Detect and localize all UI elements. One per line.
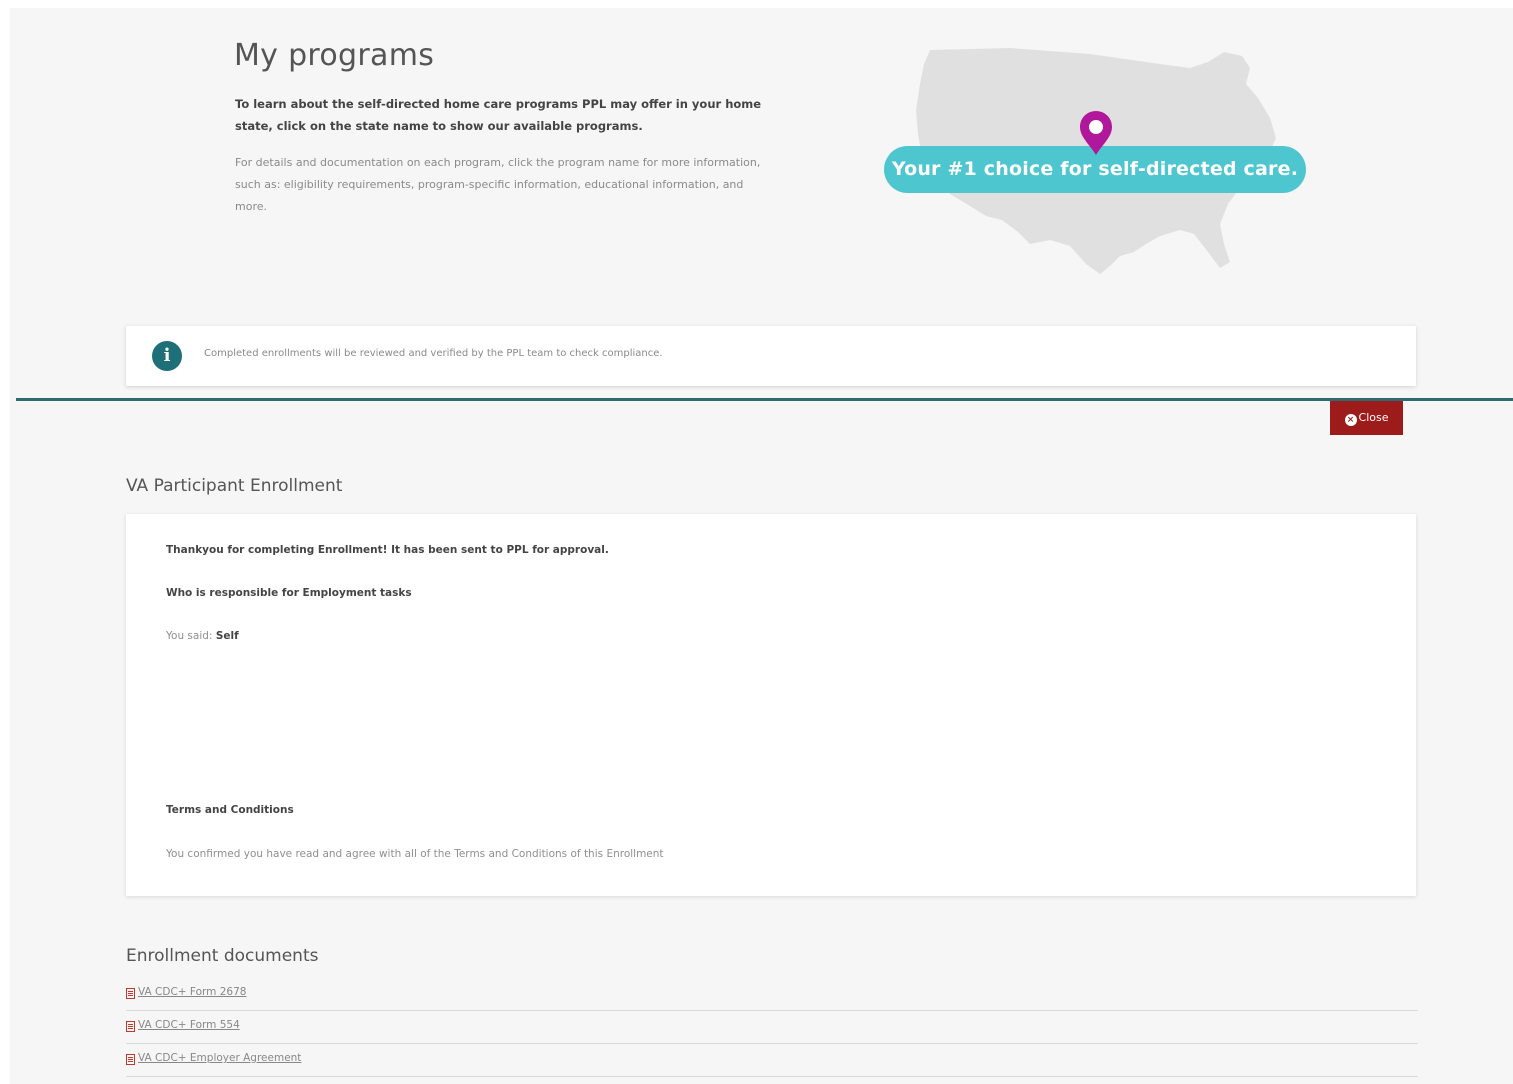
pdf-icon: [126, 988, 135, 999]
pdf-icon: [126, 1054, 135, 1065]
close-button-label: Close: [1358, 411, 1389, 424]
document-link-form-554[interactable]: VA CDC+ Form 554: [138, 1019, 240, 1031]
documents-title: Enrollment documents: [126, 946, 319, 966]
page-title: My programs: [234, 38, 435, 73]
location-pin-icon: [1076, 109, 1116, 159]
terms-title: Terms and Conditions: [166, 804, 294, 816]
close-button[interactable]: × Close: [1330, 401, 1403, 435]
answer-value: Self: [215, 630, 239, 642]
employment-answer: You said: Self: [166, 630, 239, 642]
enrollment-title: VA Participant Enrollment: [126, 476, 343, 496]
pdf-icon: [126, 1021, 135, 1032]
answer-prefix: You said:: [166, 630, 213, 642]
intro-instructions: To learn about the self-directed home ca…: [235, 97, 762, 133]
enrollment-thank-you: Thankyou for completing Enrollment! It h…: [166, 544, 609, 556]
intro-details: For details and documentation on each pr…: [235, 156, 761, 213]
document-link-form-2678[interactable]: VA CDC+ Form 2678: [138, 986, 246, 998]
document-link-employer-agreement[interactable]: VA CDC+ Employer Agreement: [138, 1052, 301, 1064]
info-banner-text: Completed enrollments will be reviewed a…: [204, 348, 663, 359]
close-circle-icon: ×: [1344, 414, 1357, 426]
section-divider: [16, 398, 1513, 401]
info-banner: i Completed enrollments will be reviewed…: [126, 326, 1416, 386]
terms-confirmation: You confirmed you have read and agree wi…: [166, 848, 664, 860]
document-row: VA CDC+ Form 2678: [126, 978, 1418, 1011]
enrollment-summary-card: Thankyou for completing Enrollment! It h…: [126, 514, 1416, 896]
employment-question: Who is responsible for Employment tasks: [166, 587, 412, 599]
document-row: VA CDC+ Employer Agreement: [126, 1044, 1418, 1077]
page: My programs To learn about the self-dire…: [10, 8, 1513, 1084]
info-icon: i: [152, 341, 182, 371]
document-row: VA CDC+ Form 554: [126, 1011, 1418, 1044]
